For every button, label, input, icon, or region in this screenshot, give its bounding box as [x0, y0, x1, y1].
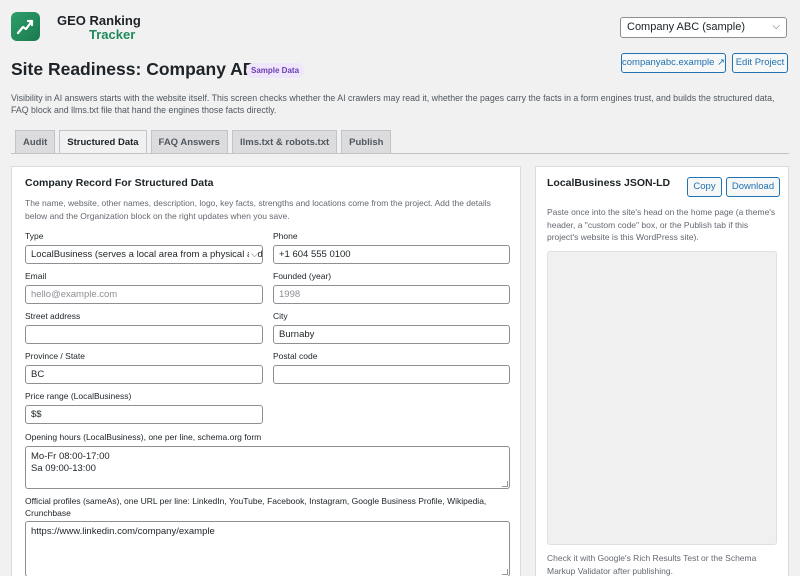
- tab-llms-robots[interactable]: llms.txt & robots.txt: [231, 130, 338, 154]
- download-button[interactable]: Download: [726, 177, 780, 197]
- city-input[interactable]: Burnaby: [273, 325, 510, 344]
- province-label: Province / State: [25, 351, 86, 361]
- type-select-value: LocalBusiness (serves a local area from …: [31, 249, 263, 260]
- founded-label: Founded (year): [273, 271, 332, 281]
- tab-bar: Audit Structured Data FAQ Answers llms.t…: [15, 130, 392, 154]
- profiles-label: Official profiles (sameAs), one URL per …: [25, 496, 487, 518]
- opening-hours-line: Mo-Fr 08:00-17:00: [31, 451, 110, 462]
- app-logo: [11, 12, 40, 41]
- street-label: Street address: [25, 311, 81, 321]
- tab-publish[interactable]: Publish: [341, 130, 392, 154]
- city-label: City: [273, 311, 288, 321]
- street-input[interactable]: [25, 325, 263, 344]
- opening-hours-line: Sa 09:00-13:00: [31, 463, 96, 474]
- project-select-value: Company ABC (sample): [627, 21, 745, 33]
- trend-up-icon: [16, 19, 34, 35]
- jsonld-title: LocalBusiness JSON-LD: [547, 177, 671, 189]
- email-input[interactable]: hello@example.com: [25, 285, 263, 304]
- company-record-desc: The name, website, other names, descript…: [25, 198, 491, 221]
- company-record-title: Company Record For Structured Data: [25, 177, 214, 189]
- postal-label: Postal code: [273, 351, 318, 361]
- company-record-panel: Company Record For Structured Data The n…: [11, 166, 521, 576]
- jsonld-code-box[interactable]: [547, 251, 777, 545]
- project-select[interactable]: Company ABC (sample) ⌵: [620, 17, 787, 38]
- price-range-label: Price range (LocalBusiness): [25, 391, 132, 401]
- tab-structured-data[interactable]: Structured Data: [59, 130, 147, 154]
- chevron-down-icon: ⌵: [249, 249, 258, 260]
- jsonld-panel: LocalBusiness JSON-LD Copy Download Past…: [535, 166, 789, 576]
- profiles-textarea[interactable]: https://www.linkedin.com/company/example: [25, 521, 510, 576]
- page-title: Site Readiness: Company ABC: [11, 59, 269, 79]
- opening-hours-textarea[interactable]: Mo-Fr 08:00-17:00 Sa 09:00-13:00: [25, 446, 510, 489]
- resize-grip-icon[interactable]: [502, 569, 508, 575]
- page-intro: Visibility in AI answers starts with the…: [11, 93, 775, 115]
- chevron-down-icon: ⌵: [772, 21, 780, 32]
- province-input[interactable]: BC: [25, 365, 263, 384]
- tab-faq-answers[interactable]: FAQ Answers: [150, 130, 228, 154]
- type-select[interactable]: LocalBusiness (serves a local area from …: [25, 245, 263, 264]
- brand-name: GEO Ranking Tracker: [57, 14, 141, 42]
- tab-audit[interactable]: Audit: [15, 130, 56, 154]
- tab-divider: [11, 153, 789, 154]
- brand-line-2: Tracker: [89, 27, 136, 42]
- phone-input[interactable]: +1 604 555 0100: [273, 245, 510, 264]
- edit-project-button[interactable]: Edit Project: [732, 53, 788, 73]
- founded-input[interactable]: 1998: [273, 285, 510, 304]
- site-link-button[interactable]: companyabc.example ↗: [621, 53, 726, 73]
- opening-hours-label: Opening hours (LocalBusiness), one per l…: [25, 432, 262, 442]
- jsonld-footer: Check it with Google's Rich Results Test…: [547, 553, 757, 576]
- resize-grip-icon[interactable]: [502, 481, 508, 487]
- profiles-line: https://www.linkedin.com/company/example: [31, 526, 215, 537]
- type-label: Type: [25, 231, 44, 241]
- sample-data-badge: Sample Data: [246, 63, 305, 78]
- jsonld-desc: Paste once into the site's head on the h…: [547, 207, 776, 242]
- copy-button[interactable]: Copy: [687, 177, 722, 197]
- price-range-input[interactable]: $$: [25, 405, 263, 424]
- brand-line-1: GEO Ranking: [57, 13, 141, 28]
- phone-label: Phone: [273, 231, 298, 241]
- email-label: Email: [25, 271, 47, 281]
- postal-input[interactable]: [273, 365, 510, 384]
